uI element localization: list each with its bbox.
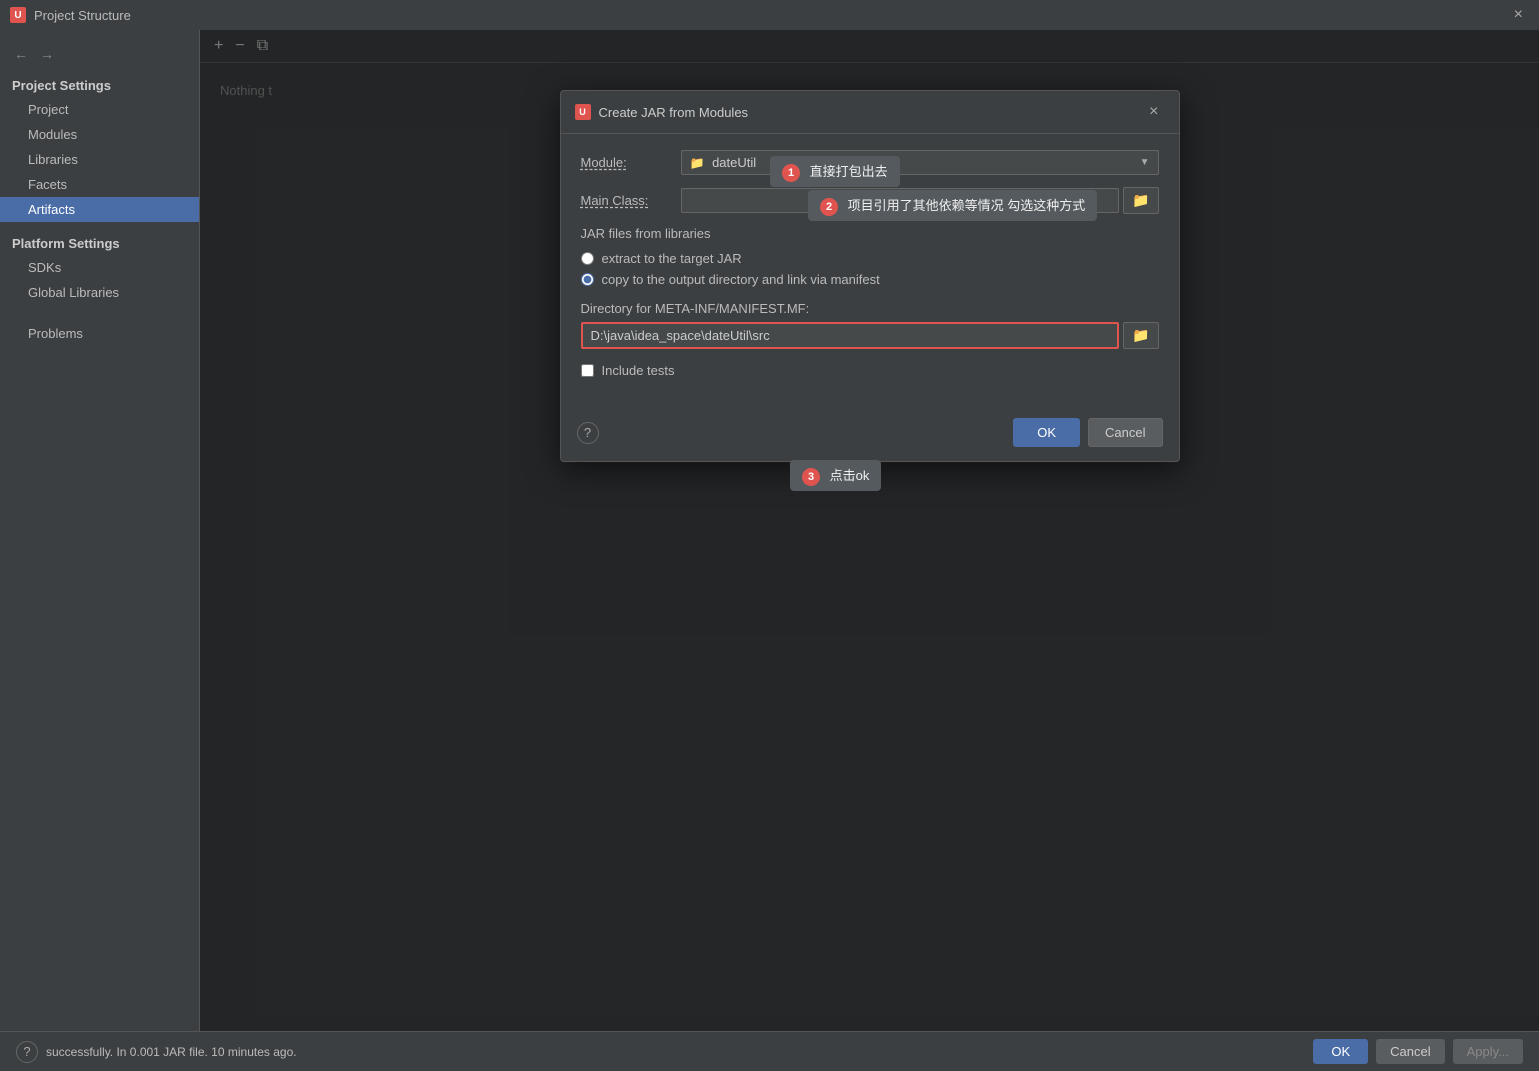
app-icon: U	[10, 7, 26, 23]
dialog-close-button[interactable]: ×	[1143, 101, 1164, 123]
directory-field-row: 📁	[581, 322, 1159, 349]
sidebar-item-libraries-label: Libraries	[28, 152, 78, 167]
title-bar: U Project Structure ×	[0, 0, 1539, 30]
sidebar-item-libraries[interactable]: Libraries	[0, 147, 199, 172]
sidebar-item-global-libraries-label: Global Libraries	[28, 285, 119, 300]
dialog-cancel-button[interactable]: Cancel	[1088, 418, 1162, 447]
dialog-ok-button[interactable]: OK	[1013, 418, 1080, 447]
sidebar-item-global-libraries[interactable]: Global Libraries	[0, 280, 199, 305]
radio-extract-label: extract to the target JAR	[602, 251, 742, 266]
radio-row-1: extract to the target JAR	[581, 251, 1159, 266]
sidebar-item-facets[interactable]: Facets	[0, 172, 199, 197]
radio-copy-label: copy to the output directory and link vi…	[602, 272, 880, 287]
include-tests-label: Include tests	[602, 363, 675, 378]
include-tests-row: Include tests	[581, 363, 1159, 378]
module-row: Module: 📁 dateUtil ▼	[581, 150, 1159, 175]
callout-3-badge: 3	[802, 468, 820, 486]
main-class-input[interactable]	[681, 188, 1120, 213]
bottom-apply-button[interactable]: Apply...	[1453, 1039, 1523, 1064]
module-control: 📁 dateUtil ▼	[681, 150, 1159, 175]
module-label: Module:	[581, 155, 681, 170]
dialog-footer-buttons: OK Cancel	[1013, 418, 1162, 447]
main-class-row: Main Class: 📁	[581, 187, 1159, 214]
sidebar-item-sdks-label: SDKs	[28, 260, 61, 275]
dialog-footer: ? OK Cancel	[561, 410, 1179, 461]
callout-3: 3 点击ok	[790, 460, 881, 491]
dialog-body: Module: 📁 dateUtil ▼	[561, 134, 1179, 410]
jar-files-section-title: JAR files from libraries	[581, 226, 1159, 241]
sidebar-item-modules[interactable]: Modules	[0, 122, 199, 147]
platform-settings-label: Platform Settings	[0, 230, 199, 255]
sidebar-item-project[interactable]: Project	[0, 97, 199, 122]
dialog-header: U Create JAR from Modules ×	[561, 91, 1179, 134]
bottom-bar: ? successfully. In 0.001 JAR file. 10 mi…	[0, 1031, 1539, 1071]
sidebar-item-project-label: Project	[28, 102, 68, 117]
main-class-folder-button[interactable]: 📁	[1123, 187, 1158, 214]
sidebar-item-problems-label: Problems	[28, 326, 83, 341]
bottom-bar-left: ? successfully. In 0.001 JAR file. 10 mi…	[16, 1041, 297, 1063]
module-value: dateUtil	[712, 155, 756, 170]
directory-label: Directory for META-INF/MANIFEST.MF:	[581, 301, 1159, 316]
modal-overlay: U Create JAR from Modules × Module: �	[200, 30, 1539, 1031]
include-tests-checkbox[interactable]	[581, 364, 594, 377]
module-select-arrow: ▼	[1140, 157, 1150, 168]
dialog-header-left: U Create JAR from Modules	[575, 104, 749, 120]
radio-row-2: copy to the output directory and link vi…	[581, 272, 1159, 287]
main-container: ← → Project Settings Project Modules Lib…	[0, 30, 1539, 1031]
radio-group: extract to the target JAR copy to the ou…	[581, 251, 1159, 287]
bottom-bar-right: OK Cancel Apply...	[1313, 1039, 1523, 1064]
sidebar-item-problems[interactable]: Problems	[0, 321, 199, 346]
back-button[interactable]: ←	[10, 44, 32, 64]
content-area: + − ⧉ Nothing t U Create JAR from Module…	[200, 30, 1539, 1031]
project-settings-label: Project Settings	[0, 72, 199, 97]
sidebar-item-artifacts[interactable]: Artifacts	[0, 197, 199, 222]
window-close-button[interactable]: ×	[1508, 4, 1529, 26]
title-bar-left: U Project Structure	[10, 7, 131, 23]
sidebar-item-modules-label: Modules	[28, 127, 77, 142]
main-class-label: Main Class:	[581, 193, 681, 208]
main-class-control: 📁	[681, 187, 1159, 214]
forward-button[interactable]: →	[36, 44, 58, 64]
dialog-title: Create JAR from Modules	[599, 105, 749, 120]
sidebar-item-facets-label: Facets	[28, 177, 67, 192]
bottom-ok-button[interactable]: OK	[1313, 1039, 1368, 1064]
status-text: successfully. In 0.001 JAR file. 10 minu…	[46, 1045, 297, 1059]
dialog-help-button[interactable]: ?	[577, 422, 599, 444]
directory-section: Directory for META-INF/MANIFEST.MF: 📁	[581, 301, 1159, 349]
module-select[interactable]: 📁 dateUtil ▼	[681, 150, 1159, 175]
module-folder-icon: 📁	[690, 156, 705, 170]
create-jar-dialog: U Create JAR from Modules × Module: �	[560, 90, 1180, 462]
radio-extract[interactable]	[581, 252, 594, 265]
radio-copy[interactable]	[581, 273, 594, 286]
window-title: Project Structure	[34, 8, 131, 23]
callout-3-text: 点击ok	[830, 468, 870, 483]
bottom-help-button[interactable]: ?	[16, 1041, 38, 1063]
sidebar-item-artifacts-label: Artifacts	[28, 202, 75, 217]
directory-folder-button[interactable]: 📁	[1123, 322, 1158, 349]
sidebar: ← → Project Settings Project Modules Lib…	[0, 30, 200, 1031]
directory-input[interactable]	[581, 322, 1120, 349]
bottom-cancel-button[interactable]: Cancel	[1376, 1039, 1444, 1064]
dialog-app-icon: U	[575, 104, 591, 120]
sidebar-item-sdks[interactable]: SDKs	[0, 255, 199, 280]
sidebar-nav-arrows: ← →	[0, 40, 199, 72]
